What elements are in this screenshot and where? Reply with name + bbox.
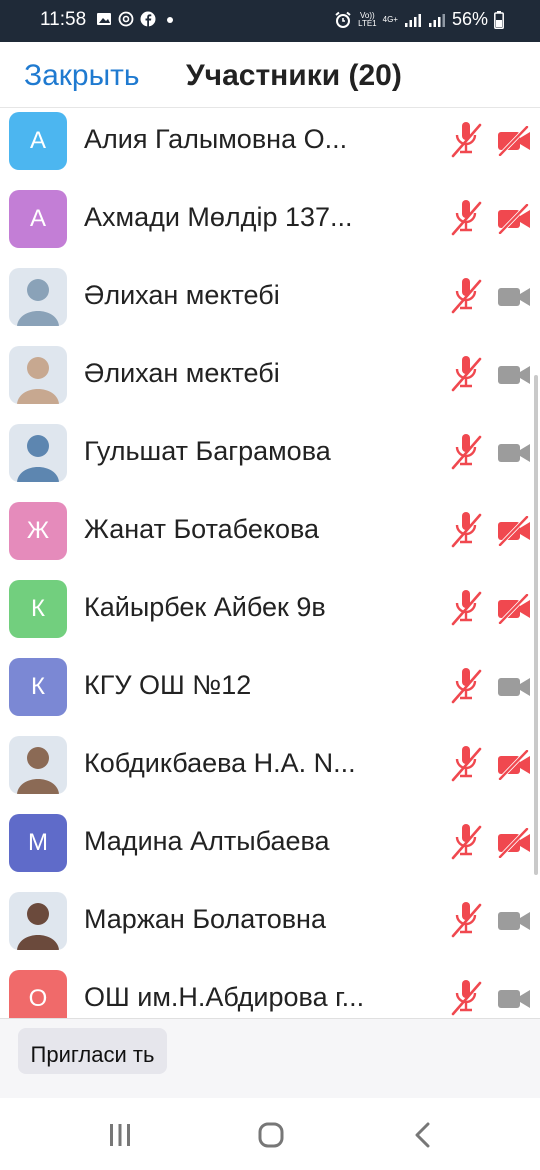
- participant-name: Әлихан мектебі: [84, 280, 280, 310]
- android-nav-bar: [0, 1098, 540, 1170]
- participant-row[interactable]: Әлихан мектебі: [0, 258, 540, 336]
- participant-row[interactable]: О ОШ им.Н.Абдирова г...: [0, 960, 540, 1018]
- mic-muted-icon[interactable]: [449, 356, 483, 394]
- participant-row[interactable]: Маржан Болатовна: [0, 882, 540, 960]
- mic-muted-icon[interactable]: [449, 746, 483, 784]
- avatar-initial: К: [9, 658, 67, 716]
- bottom-bar: Пригласи ть: [0, 1018, 540, 1098]
- at-icon: [118, 11, 134, 27]
- participant-row[interactable]: А Ахмади Мөлдір 137...: [0, 180, 540, 258]
- avatar-photo: [9, 892, 67, 950]
- signal-icon-2: [428, 13, 445, 27]
- participant-row[interactable]: М Мадина Алтыбаева: [0, 804, 540, 882]
- video-camera-icon[interactable]: [496, 672, 532, 702]
- image-icon: [97, 13, 111, 25]
- video-off-icon[interactable]: [496, 750, 532, 780]
- participant-name: Маржан Болатовна: [84, 904, 326, 934]
- facebook-icon: [140, 11, 156, 27]
- avatar-initial: К: [9, 580, 67, 638]
- participant-name: Кобдикбаева Н.А. N...: [84, 748, 356, 778]
- list-scrollbar[interactable]: [534, 375, 538, 875]
- avatar-photo: [9, 346, 67, 404]
- video-off-icon[interactable]: [496, 594, 532, 624]
- participant-name: Кайырбек Айбек 9в: [84, 592, 326, 622]
- video-camera-icon[interactable]: [496, 984, 532, 1014]
- participants-header: Закрыть Участники (20): [0, 42, 540, 108]
- participant-name: ОШ им.Н.Абдирова г...: [84, 982, 365, 1012]
- avatar-initial: О: [9, 970, 67, 1018]
- participants-list[interactable]: А Алия Галымовна О... А Ахмади Мөлдір 137..…: [0, 108, 540, 1018]
- home-icon[interactable]: [251, 1120, 291, 1150]
- participant-row[interactable]: Әлихан мектебі: [0, 336, 540, 414]
- video-off-icon[interactable]: [496, 204, 532, 234]
- close-button[interactable]: Закрыть: [24, 59, 140, 93]
- mic-muted-icon[interactable]: [449, 512, 483, 550]
- video-off-icon[interactable]: [496, 516, 532, 546]
- invite-button[interactable]: Пригласи ть: [18, 1028, 167, 1074]
- participant-name: Мадина Алтыбаева: [84, 826, 330, 856]
- status-time: 11:58: [40, 9, 87, 30]
- back-icon[interactable]: [403, 1120, 443, 1150]
- mic-muted-icon[interactable]: [449, 980, 483, 1018]
- video-camera-icon[interactable]: [496, 360, 532, 390]
- status-bar: 11:58 Vo)) LTE1 4G+ 56%: [0, 0, 540, 42]
- mic-muted-icon[interactable]: [449, 824, 483, 862]
- participant-name: Гульшат Баграмова: [84, 436, 331, 466]
- participant-row[interactable]: К Кайырбек Айбек 9в: [0, 570, 540, 648]
- participant-row[interactable]: Ж Жанат Ботабекова: [0, 492, 540, 570]
- mic-muted-icon[interactable]: [449, 200, 483, 238]
- dot-icon: [167, 17, 173, 23]
- video-off-icon[interactable]: [496, 828, 532, 858]
- mic-muted-icon[interactable]: [449, 668, 483, 706]
- participant-name: Әлихан мектебі: [84, 358, 280, 388]
- avatar-initial: А: [9, 112, 67, 170]
- avatar-initial: А: [9, 190, 67, 248]
- participant-name: Алия Галымовна О...: [84, 124, 348, 154]
- mic-muted-icon[interactable]: [449, 434, 483, 472]
- avatar-initial: М: [9, 814, 67, 872]
- alarm-icon: [335, 11, 351, 28]
- page-title: Участники (20): [186, 59, 402, 92]
- mic-muted-icon[interactable]: [449, 122, 483, 160]
- video-off-icon[interactable]: [496, 126, 532, 156]
- volte-indicator: Vo)) LTE1: [358, 10, 377, 28]
- mic-muted-icon[interactable]: [449, 278, 483, 316]
- status-right: Vo)) LTE1 4G+ 56%: [334, 9, 504, 30]
- mic-muted-icon[interactable]: [449, 902, 483, 940]
- participant-name: КГУ ОШ №12: [84, 670, 252, 700]
- recent-apps-icon[interactable]: [100, 1120, 140, 1150]
- battery-percent: 56%: [451, 9, 488, 29]
- avatar-photo: [9, 424, 67, 482]
- battery-icon: [494, 10, 504, 29]
- participant-row[interactable]: К КГУ ОШ №12: [0, 648, 540, 726]
- video-camera-icon[interactable]: [496, 282, 532, 312]
- participant-row[interactable]: Кобдикбаева Н.А. N...: [0, 726, 540, 804]
- avatar-photo: [9, 268, 67, 326]
- participant-row[interactable]: Гульшат Баграмова: [0, 414, 540, 492]
- participant-name: Ахмади Мөлдір 137...: [84, 202, 353, 232]
- mic-muted-icon[interactable]: [449, 590, 483, 628]
- network-type: 4G+: [382, 14, 398, 24]
- video-camera-icon[interactable]: [496, 906, 532, 936]
- status-left-icons: [96, 11, 178, 27]
- signal-icon: [404, 13, 421, 27]
- participant-row[interactable]: А Алия Галымовна О...: [0, 108, 540, 180]
- participant-name: Жанат Ботабекова: [84, 514, 320, 544]
- avatar-initial: Ж: [9, 502, 67, 560]
- video-camera-icon[interactable]: [496, 438, 532, 468]
- avatar-photo: [9, 736, 67, 794]
